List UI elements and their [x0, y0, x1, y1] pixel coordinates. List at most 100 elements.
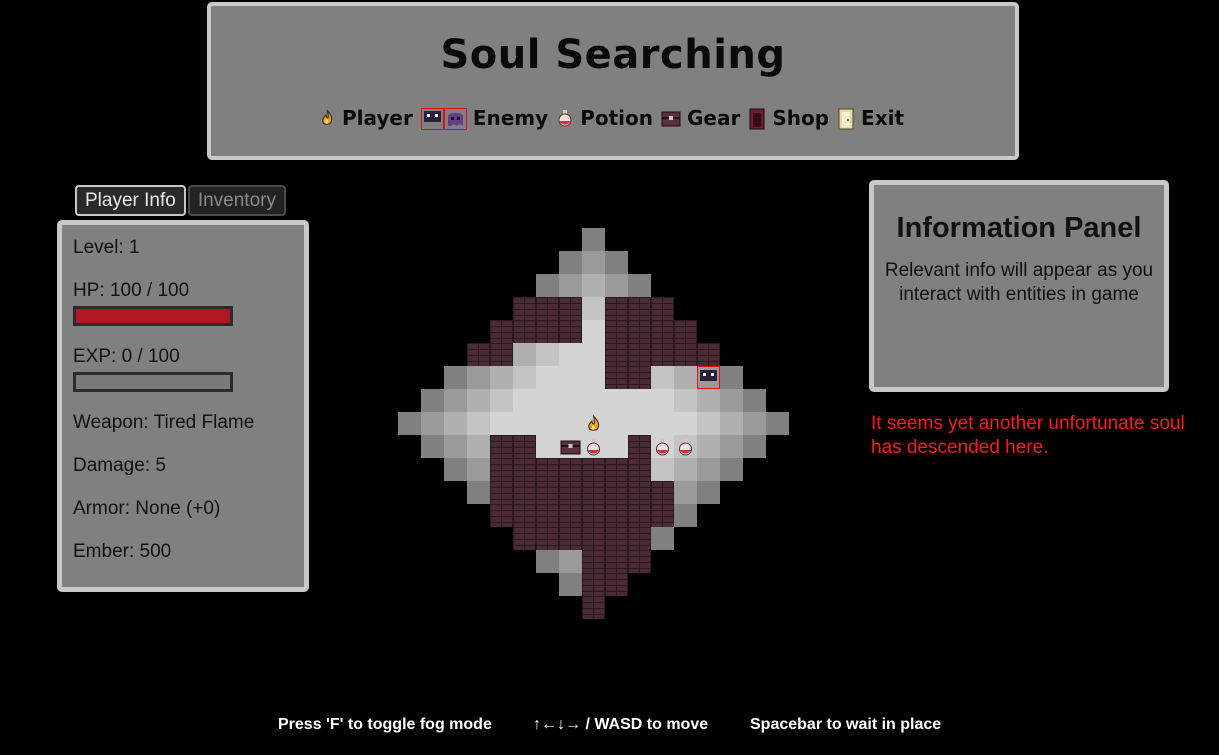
- floor-tile: [536, 389, 559, 412]
- wall-tile: [628, 366, 651, 389]
- wall-tile: [582, 527, 605, 550]
- floor-tile: [720, 458, 743, 481]
- floor-tile: [674, 389, 697, 412]
- legend-player-label: Player: [341, 106, 413, 130]
- wall-tile: [559, 504, 582, 527]
- wall-tile: [605, 297, 628, 320]
- player-level: Level: 1: [73, 237, 140, 258]
- wall-tile: [674, 320, 697, 343]
- floor-tile: [605, 435, 628, 458]
- legend-exit-label: Exit: [861, 106, 905, 130]
- wall-tile: [582, 458, 605, 481]
- floor-tile: [421, 389, 444, 412]
- wall-tile: [651, 320, 674, 343]
- tab-inventory[interactable]: Inventory: [187, 185, 286, 216]
- wall-tile: [674, 343, 697, 366]
- legend-gear-label: Gear: [686, 106, 741, 130]
- wall-tile: [513, 435, 536, 458]
- floor-tile: [559, 550, 582, 573]
- wall-tile: [513, 458, 536, 481]
- player-exp-label: EXP: 0 / 100: [73, 346, 180, 367]
- legend-gear: Gear: [661, 106, 740, 130]
- floor-tile: [467, 366, 490, 389]
- wall-tile: [490, 458, 513, 481]
- legend-player: Player: [318, 106, 413, 130]
- panel-tabs: Player Info Inventory: [75, 185, 286, 216]
- floor-tile: [628, 412, 651, 435]
- wall-tile: [605, 343, 628, 366]
- wall-tile: [490, 435, 513, 458]
- wall-tile: [559, 458, 582, 481]
- player-weapon: Weapon: Tired Flame: [73, 412, 255, 433]
- floor-tile: [605, 412, 628, 435]
- wall-tile: [559, 527, 582, 550]
- floor-tile: [582, 228, 605, 251]
- controls-footer: Press 'F' to toggle fog mode ↑←↓→ / WASD…: [0, 716, 1219, 736]
- floor-tile: [697, 412, 720, 435]
- floor-tile: [605, 389, 628, 412]
- legend-potion-label: Potion: [580, 106, 653, 130]
- floor-tile: [720, 435, 743, 458]
- floor-tile: [536, 435, 559, 458]
- tab-player-info[interactable]: Player Info: [75, 185, 186, 216]
- flame-icon: [318, 108, 336, 128]
- enemy-sprite: [697, 366, 720, 389]
- floor-tile: [628, 389, 651, 412]
- wall-tile: [605, 527, 628, 550]
- wall-tile: [536, 320, 559, 343]
- dungeon-map[interactable]: [398, 228, 789, 619]
- floor-tile: [513, 389, 536, 412]
- floor-tile: [651, 389, 674, 412]
- wall-tile: [605, 366, 628, 389]
- wall-tile: [582, 550, 605, 573]
- wall-tile: [628, 481, 651, 504]
- wall-tile: [651, 481, 674, 504]
- wall-tile: [628, 458, 651, 481]
- floor-tile: [674, 458, 697, 481]
- wall-tile: [628, 550, 651, 573]
- floor-tile: [651, 366, 674, 389]
- wall-tile: [536, 481, 559, 504]
- floor-tile: [536, 274, 559, 297]
- wall-tile: [559, 320, 582, 343]
- floor-tile: [490, 389, 513, 412]
- floor-tile: [720, 389, 743, 412]
- floor-tile: [582, 297, 605, 320]
- floor-tile: [421, 435, 444, 458]
- player-exp: EXP: 0 / 100: [73, 346, 304, 412]
- floor-tile: [467, 389, 490, 412]
- wall-tile: [467, 343, 490, 366]
- wall-tile: [582, 481, 605, 504]
- potion-flask-icon: [556, 108, 574, 128]
- player-hp-label: HP: 100 / 100: [73, 280, 190, 301]
- info-panel-text: Relevant info will appear as you interac…: [884, 260, 1154, 305]
- player-info-panel: Level: 1 HP: 100 / 100 EXP: 0 / 100 Weap…: [57, 220, 309, 592]
- wall-tile: [513, 481, 536, 504]
- player-armor: Armor: None (+0): [73, 498, 221, 519]
- hp-bar-fill: [76, 309, 230, 323]
- floor-tile: [674, 412, 697, 435]
- info-panel-title: Information Panel: [896, 212, 1142, 244]
- floor-tile: [582, 389, 605, 412]
- floor-tile: [651, 412, 674, 435]
- wall-tile: [490, 481, 513, 504]
- floor-tile: [674, 366, 697, 389]
- floor-tile: [467, 481, 490, 504]
- potion-sprite: [582, 435, 605, 458]
- exp-bar: [73, 372, 233, 392]
- wall-tile: [605, 550, 628, 573]
- floor-tile: [536, 412, 559, 435]
- wall-tile: [536, 458, 559, 481]
- floor-tile: [444, 389, 467, 412]
- player-damage: Damage: 5: [73, 455, 166, 476]
- wall-tile: [536, 504, 559, 527]
- floor-tile: [582, 274, 605, 297]
- floor-tile: [444, 435, 467, 458]
- floor-tile: [674, 481, 697, 504]
- treasure-chest-sprite: [559, 435, 582, 458]
- shop-door-icon: [748, 108, 766, 130]
- floor-tile: [559, 274, 582, 297]
- wall-tile: [651, 297, 674, 320]
- legend-shop: Shop: [748, 106, 829, 130]
- floor-tile: [559, 366, 582, 389]
